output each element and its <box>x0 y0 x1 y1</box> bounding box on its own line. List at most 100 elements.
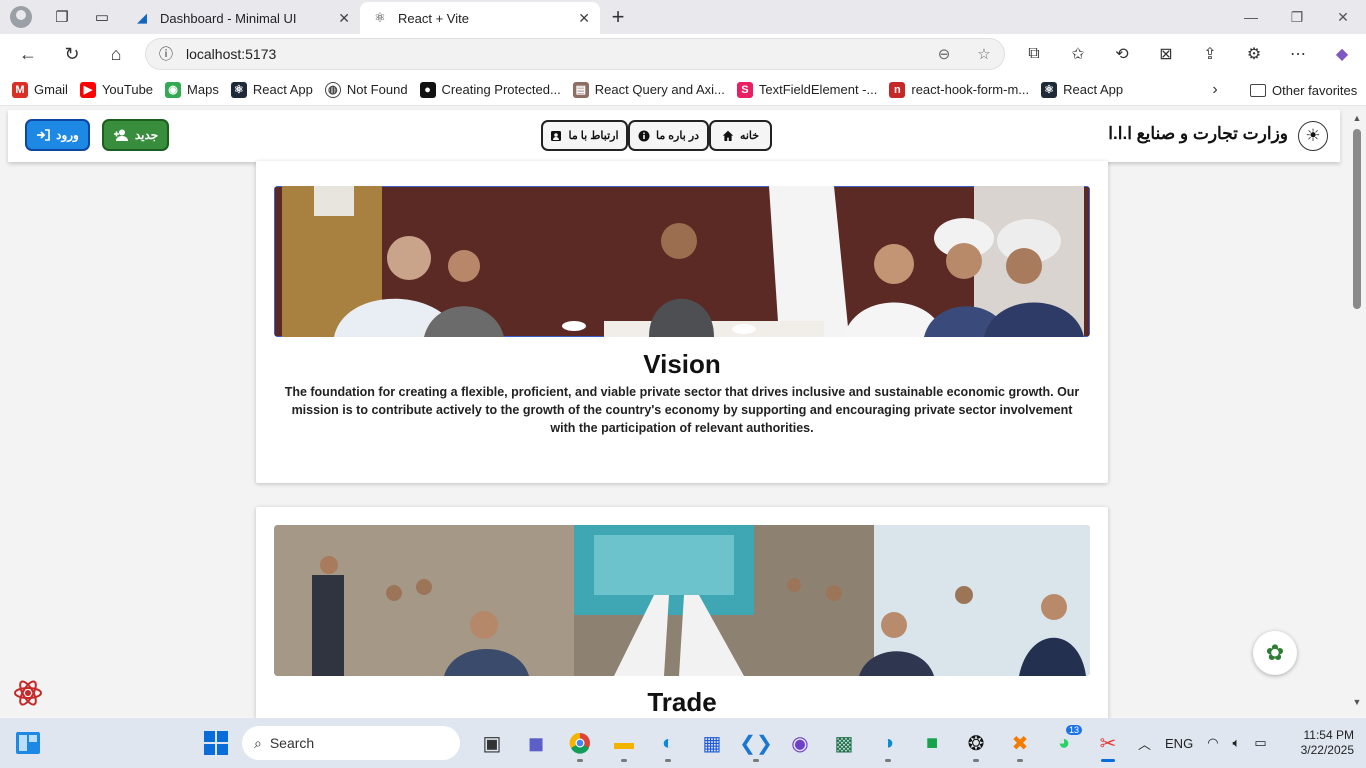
tab-dashboard[interactable]: ◢ Dashboard - Minimal UI ✕ <box>122 2 360 34</box>
profile-button[interactable] <box>0 0 42 34</box>
bookmark-maps[interactable]: ◉ Maps <box>165 81 219 98</box>
maximize-icon[interactable]: ❐ <box>1274 0 1320 34</box>
react-devtools-icon[interactable] <box>12 677 44 709</box>
close-icon[interactable]: ✕ <box>578 10 590 27</box>
bookmark-react-app[interactable]: ⚛ React App <box>230 81 313 98</box>
task-view-icon[interactable]: ▣ <box>470 723 514 763</box>
system-tray: ︿ ENG ◠ 🔈︎ ▭ <box>1138 718 1267 768</box>
reload-button[interactable]: ↻ <box>50 34 94 74</box>
login-button[interactable]: ورود <box>25 119 90 151</box>
workspaces-icon[interactable]: ❐ <box>42 0 82 34</box>
file-explorer-icon[interactable]: ▬ <box>602 723 646 763</box>
bookmark-youtube[interactable]: ▶ YouTube <box>79 81 153 98</box>
taskbar-search[interactable]: ⌕ Search <box>242 726 460 760</box>
nav-home[interactable]: خانه <box>709 120 772 151</box>
github-icon[interactable]: ◉ <box>778 723 822 763</box>
edge-icon[interactable]: ◐ <box>646 723 690 763</box>
screenshot-icon[interactable]: ⊠ <box>1144 34 1188 74</box>
browser-tab-strip: ❐ ▭ ◢ Dashboard - Minimal UI ✕ ⚛ React +… <box>0 0 1366 34</box>
nav-about[interactable]: در باره ما <box>628 120 709 151</box>
address-bar[interactable]: ⓘ localhost:5173 ⊖ ☆ <box>145 38 1005 70</box>
volume-icon[interactable]: 🔈︎ <box>1233 735 1241 751</box>
bookmark-not-found[interactable]: ◍ Not Found <box>324 81 408 98</box>
chatgpt-icon[interactable]: ❂ <box>954 723 998 763</box>
store-icon[interactable]: ▦ <box>690 723 734 763</box>
page-scrollbar[interactable]: ▲ ▼ <box>1348 107 1366 718</box>
copilot-app-icon[interactable]: ◑ <box>866 723 910 763</box>
youtube-icon: ▶ <box>79 81 96 98</box>
clock[interactable]: 11:54 PM 3/22/2025 <box>1290 728 1354 758</box>
performance-icon[interactable]: ⚙ <box>1232 34 1276 74</box>
zoom-icon[interactable]: ⊖ <box>924 45 964 63</box>
favorite-star-icon[interactable]: ☆ <box>964 45 1004 63</box>
bookmark-react-app-2[interactable]: ⚛ React App <box>1041 81 1123 98</box>
more-menu-icon[interactable]: ⋯ <box>1276 34 1320 74</box>
site-title: وزارت تجارت و صنایع ا.ا.ا <box>1108 124 1288 143</box>
bookmark-react-query[interactable]: ▤ React Query and Axi... <box>572 81 725 98</box>
nav-contact[interactable]: ارتباط با ما <box>541 120 628 151</box>
share-icon[interactable]: ⇪ <box>1188 34 1232 74</box>
snipping-icon[interactable]: ✂ <box>1086 723 1130 763</box>
tab-actions-icon[interactable]: ▭ <box>82 0 122 34</box>
sun-icon[interactable]: ☀ <box>1298 121 1328 151</box>
language-indicator[interactable]: ENG <box>1165 736 1193 751</box>
teams-icon[interactable]: ◼ <box>514 723 558 763</box>
globe-icon: ◍ <box>324 81 341 98</box>
add-user-icon <box>113 129 128 141</box>
info-icon[interactable]: ⓘ <box>146 44 186 64</box>
card-text: The foundation for creating a flexible, … <box>284 385 1080 435</box>
search-icon: ⌕ <box>254 734 262 751</box>
register-button[interactable]: جدید <box>102 119 169 151</box>
chevron-up-icon[interactable]: ︿ <box>1138 734 1151 753</box>
copilot-icon[interactable]: ◆ <box>1320 34 1364 74</box>
home-button[interactable]: ⌂ <box>94 34 138 74</box>
minimize-icon[interactable]: — <box>1228 0 1274 34</box>
page-icon: ▤ <box>572 81 589 98</box>
bookmarks-bar: M Gmail ▶ YouTube ◉ Maps ⚛ React App ◍ Not Fo… <box>0 74 1366 106</box>
chat-widget-icon[interactable]: ✿ <box>1253 631 1297 675</box>
start-icon[interactable] <box>204 731 228 755</box>
history-icon[interactable]: ⟲ <box>1100 34 1144 74</box>
info-icon <box>638 130 650 141</box>
url-text[interactable]: localhost:5173 <box>186 46 924 62</box>
chevron-right-icon[interactable]: › <box>1203 74 1227 106</box>
green-app-icon[interactable]: ■ <box>910 723 954 763</box>
other-favorites[interactable]: Other favorites <box>1250 74 1357 106</box>
excel-icon[interactable]: ▩ <box>822 723 866 763</box>
bookmark-gmail[interactable]: M Gmail <box>12 81 68 98</box>
tab-react-vite[interactable]: ⚛ React + Vite ✕ <box>360 2 600 34</box>
react-icon: ⚛ <box>1041 81 1058 98</box>
close-window-icon[interactable]: ✕ <box>1320 0 1366 34</box>
bookmark-creating-protected[interactable]: ● Creating Protected... <box>419 81 561 98</box>
wifi-icon[interactable]: ◠ <box>1207 735 1218 751</box>
npm-icon: n <box>889 81 906 98</box>
conference-photo <box>274 525 1090 676</box>
chrome-icon[interactable] <box>558 723 602 763</box>
battery-icon[interactable]: ▭ <box>1254 735 1266 751</box>
new-tab-button[interactable]: + <box>600 0 636 34</box>
back-button[interactable]: ← <box>6 34 50 74</box>
bookmark-react-hook-form[interactable]: n react-hook-form-m... <box>889 81 1029 98</box>
xampp-icon[interactable]: ✖ <box>998 723 1042 763</box>
card-heading: Vision <box>643 349 721 379</box>
app-header: ورود جدید ارتباط با ما در باره ما خانه و… <box>8 110 1340 162</box>
contact-icon <box>551 130 562 141</box>
bookmark-textfieldelement[interactable]: S TextFieldElement -... <box>736 81 877 98</box>
tab-title: Dashboard - Minimal UI <box>160 10 297 26</box>
favorites-icon[interactable]: ✩ <box>1056 34 1100 74</box>
scroll-down-icon[interactable]: ▼ <box>1351 697 1363 707</box>
vscode-icon[interactable]: ❮❯ <box>734 723 778 763</box>
react-icon: ⚛ <box>230 81 247 98</box>
extensions-icon[interactable]: ⧉ <box>1012 34 1056 74</box>
scroll-up-icon[interactable]: ▲ <box>1351 113 1363 123</box>
window-controls: — ❐ ✕ <box>1228 0 1366 34</box>
whatsapp-icon[interactable]: ◕ 13 <box>1042 723 1086 763</box>
scroll-thumb[interactable] <box>1353 129 1361 309</box>
minimal-ui-icon: ◢ <box>137 10 147 25</box>
close-icon[interactable]: ✕ <box>338 10 350 27</box>
taskbar: ⌕ Search ▣ ◼ ▬ ◐ ▦ ❮❯ ◉ ▩ ◑ ■ ❂ ✖ ◕ 13 ✂ … <box>0 718 1366 768</box>
widgets-icon[interactable] <box>14 729 42 757</box>
medium-icon: ● <box>419 81 436 98</box>
tab-title: React + Vite <box>398 10 469 26</box>
home-icon <box>722 130 734 141</box>
